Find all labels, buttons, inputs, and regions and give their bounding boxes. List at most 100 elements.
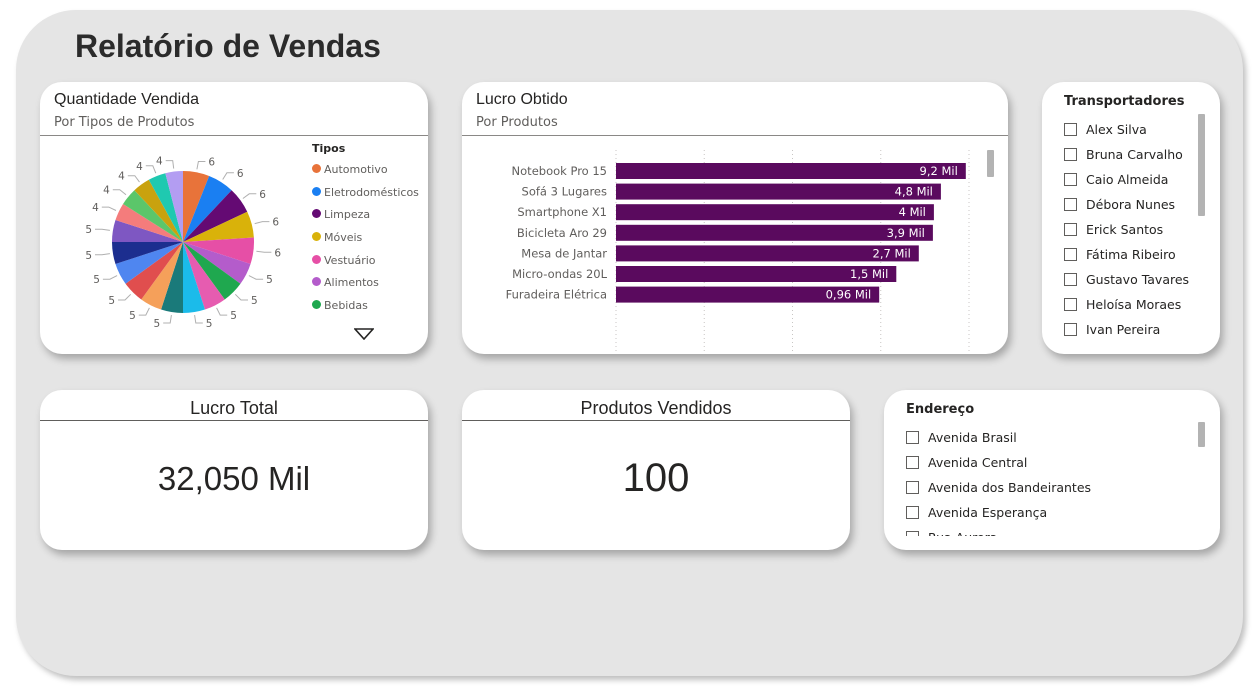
- slicer-item-label: Avenida dos Bandeirantes: [928, 480, 1092, 495]
- carriers-scrollbar[interactable]: [1198, 114, 1205, 216]
- caret-down-icon[interactable]: [354, 328, 374, 340]
- pie-data-label: 4: [156, 156, 163, 168]
- checkbox[interactable]: [1064, 223, 1077, 236]
- pie-leader-line: [242, 193, 257, 199]
- legend-marker: [312, 254, 321, 264]
- divider: [40, 420, 428, 421]
- checkbox[interactable]: [1064, 248, 1077, 261]
- checkbox[interactable]: [1064, 323, 1077, 336]
- address-slicer-title: Endereço: [906, 402, 975, 417]
- slicer-item-label: Caio Almeida: [1086, 172, 1169, 187]
- bar[interactable]: [616, 163, 966, 179]
- pie-data-label: 6: [237, 168, 244, 180]
- pie-chart-subtitle: Por Tipos de Produtos: [54, 115, 195, 130]
- y-category-label: Mesa de Jantar: [521, 246, 607, 260]
- address-scrollbar[interactable]: [1198, 422, 1205, 447]
- total-profit-title: Lucro Total: [190, 398, 278, 418]
- pie-leader-line: [163, 315, 172, 324]
- slicer-item[interactable]: Avenida Central: [906, 450, 1190, 475]
- slicer-item[interactable]: Ivan Pereira: [1064, 317, 1190, 340]
- checkbox[interactable]: [1064, 273, 1077, 286]
- legend-item[interactable]: Eletrodomésticos: [312, 186, 419, 209]
- divider: [462, 420, 850, 421]
- pie-leader-line: [145, 165, 157, 174]
- pie-data-label: 6: [208, 157, 215, 169]
- slicer-item-label: Erick Santos: [1086, 222, 1164, 237]
- checkbox[interactable]: [906, 506, 919, 519]
- slicer-item[interactable]: Fátima Ribeiro: [1064, 242, 1190, 267]
- slicer-item[interactable]: Erick Santos: [1064, 217, 1190, 242]
- checkbox[interactable]: [1064, 198, 1077, 211]
- legend-item[interactable]: Automotivo: [312, 163, 419, 186]
- checkbox[interactable]: [906, 481, 919, 494]
- total-profit-value: 32,050 Mil: [157, 460, 311, 497]
- slicer-item[interactable]: Alex Silva: [1064, 117, 1190, 142]
- pie-leader-line: [101, 206, 117, 211]
- bar-chart[interactable]: 1101001.00010.000Notebook Pro 159,2 MilS…: [462, 136, 1008, 354]
- pie-leader-line: [95, 228, 110, 231]
- legend-label: Alimentos: [324, 276, 379, 290]
- legend-marker: [312, 277, 321, 287]
- legend-item[interactable]: Alimentos: [312, 276, 419, 299]
- legend-item[interactable]: Vestuário: [312, 254, 419, 277]
- bar-data-label: 4 Mil: [899, 205, 926, 219]
- pie-chart[interactable]: 6666655555555554444 4: [40, 136, 310, 354]
- legend-item[interactable]: Limpeza: [312, 208, 419, 231]
- y-category-label: Micro-ondas 20L: [512, 267, 607, 281]
- slicer-item[interactable]: Heloísa Moraes: [1064, 292, 1190, 317]
- slicer-item-label: Avenida Central: [928, 455, 1028, 470]
- slicer-item[interactable]: Avenida Brasil: [906, 425, 1190, 450]
- bar-data-label: 3,9 Mil: [887, 226, 925, 240]
- bar-chart-title: Lucro Obtido: [476, 91, 568, 108]
- pie-data-label: 5: [206, 318, 213, 330]
- slicer-item-label: Ivan Pereira: [1086, 322, 1161, 337]
- pie-data-label: 5: [154, 318, 161, 330]
- pie-leader-line: [196, 161, 206, 170]
- products-sold-value: 100: [622, 456, 690, 500]
- bar[interactable]: [616, 183, 941, 200]
- slicer-item[interactable]: Gustavo Tavares: [1064, 267, 1190, 292]
- slicer-item[interactable]: Débora Nunes: [1064, 192, 1190, 217]
- legend-item[interactable]: Móveis: [312, 231, 419, 254]
- pie-data-label: 5: [266, 274, 273, 286]
- slicer-item[interactable]: Caio Almeida: [1064, 167, 1190, 192]
- bar-data-label: 1,5 Mil: [850, 267, 888, 281]
- pie-leader-line: [234, 293, 248, 301]
- slicer-item[interactable]: Rua Aurora: [906, 525, 1190, 536]
- slicer-item-label: Alex Silva: [1086, 122, 1147, 137]
- pie-legend: Tipos Automotivo Eletrodomésticos Limpeza M…: [312, 142, 419, 322]
- bar-chart-card[interactable]: Lucro Obtido Por Produtos 1101001.00010.…: [462, 82, 1008, 354]
- slicer-item-label: Fátima Ribeiro: [1086, 247, 1176, 262]
- pie-data-label: 5: [85, 250, 92, 262]
- checkbox[interactable]: [1064, 123, 1077, 136]
- carriers-slicer-title: Transportadores: [1064, 94, 1185, 109]
- legend-label: Eletrodomésticos: [324, 185, 419, 199]
- bar-data-label: 9,2 Mil: [920, 164, 958, 178]
- slicer-item[interactable]: Bruna Carvalho: [1064, 142, 1190, 167]
- legend-label: Limpeza: [324, 208, 371, 222]
- pie-data-label: 6: [259, 189, 266, 201]
- bar[interactable]: [616, 204, 934, 221]
- checkbox[interactable]: [1064, 173, 1077, 186]
- legend-marker: [312, 300, 321, 310]
- pie-leader-line: [216, 307, 228, 316]
- bar-data-label: 4,8 Mil: [895, 185, 933, 199]
- bar[interactable]: [616, 224, 933, 241]
- pie-leader-line: [112, 189, 127, 196]
- checkbox[interactable]: [1064, 148, 1077, 161]
- legend-marker: [312, 209, 321, 219]
- checkbox[interactable]: [906, 456, 919, 469]
- pie-leader-line: [194, 315, 203, 324]
- bar-chart-subtitle: Por Produtos: [476, 115, 558, 130]
- products-sold-title: Produtos Vendidos: [580, 398, 732, 418]
- checkbox[interactable]: [906, 531, 919, 536]
- slicer-item[interactable]: Avenida Esperança: [906, 500, 1190, 525]
- legend-item[interactable]: Bebidas: [312, 299, 419, 322]
- bar-chart-scrollbar[interactable]: [987, 150, 994, 177]
- slicer-item-label: Débora Nunes: [1086, 197, 1176, 212]
- slicer-item[interactable]: Avenida dos Bandeirantes: [906, 475, 1190, 500]
- checkbox[interactable]: [906, 431, 919, 444]
- legend-label: Automotivo: [324, 163, 388, 176]
- pie-chart-card[interactable]: Quantidade Vendida Por Tipos de Produtos…: [40, 82, 428, 354]
- checkbox[interactable]: [1064, 298, 1077, 311]
